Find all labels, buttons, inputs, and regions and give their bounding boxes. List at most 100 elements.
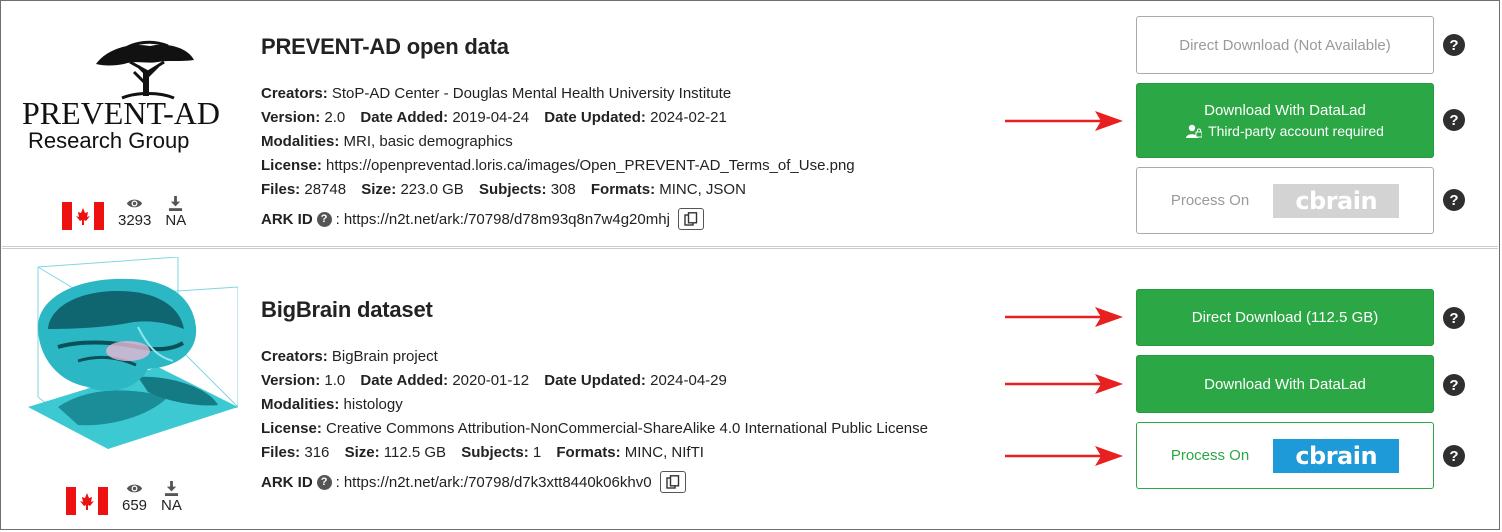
dataset-title[interactable]: BigBrain dataset bbox=[261, 297, 928, 323]
logo-text-sub: Research Group bbox=[28, 128, 189, 153]
date-added-value: 2019-04-24 bbox=[452, 109, 530, 126]
datalad-help-icon[interactable]: ? bbox=[1443, 374, 1465, 396]
direct-download-button[interactable]: Direct Download (112.5 GB) bbox=[1136, 289, 1434, 346]
user-lock-icon bbox=[1186, 124, 1203, 138]
subjects-label: Subjects: bbox=[479, 181, 547, 198]
formats-value: MINC, JSON bbox=[659, 181, 746, 198]
dataset-card-bigbrain: 659 NA BigBrain dataset Creators: BigBra… bbox=[2, 248, 1498, 529]
dataset-card-prevent-ad: PREVENT-AD Research Group 3293 NA PREVEN… bbox=[2, 2, 1498, 247]
files-value: 316 bbox=[304, 444, 330, 461]
creators-value: StoP-AD Center - Douglas Mental Health U… bbox=[331, 85, 732, 102]
version-label: Version: bbox=[261, 109, 321, 126]
dataset-meta: Creators: BigBrain project Version: 1.0 … bbox=[261, 345, 928, 465]
views-count: 659 bbox=[122, 497, 148, 514]
ark-row: ARK ID ? : https://n2t.net/ark:/70798/d7… bbox=[261, 471, 928, 493]
eye-icon bbox=[127, 199, 143, 208]
dataset-info: BigBrain dataset Creators: BigBrain proj… bbox=[261, 297, 928, 493]
dataset-meta: Creators: StoP-AD Center - Douglas Menta… bbox=[261, 82, 855, 202]
formats-label: Formats: bbox=[556, 444, 621, 461]
license-value: https://openpreventad.loris.ca/images/Op… bbox=[326, 157, 855, 174]
dataset-title[interactable]: PREVENT-AD open data bbox=[261, 34, 855, 60]
direct-download-button[interactable]: Direct Download (Not Available) bbox=[1136, 16, 1434, 74]
date-updated-value: 2024-04-29 bbox=[650, 372, 727, 389]
modalities-value: histology bbox=[343, 396, 403, 413]
modalities-label: Modalities: bbox=[261, 396, 340, 413]
copy-ark-button[interactable] bbox=[677, 208, 704, 230]
process-on-cbrain-button[interactable]: Process On cbrain bbox=[1136, 167, 1434, 234]
logo-text-main: PREVENT-AD bbox=[22, 95, 220, 131]
dataset-stats: 659 NA bbox=[66, 481, 182, 515]
modalities-label: Modalities: bbox=[261, 133, 340, 150]
views-stat: 3293 bbox=[118, 196, 151, 230]
cbrain-logo-text: cbrain bbox=[1295, 441, 1378, 470]
size-label: Size: bbox=[344, 444, 380, 461]
license-value: Creative Commons Attribution-NonCommerci… bbox=[326, 420, 928, 437]
ark-value: https://n2t.net/ark:/70798/d7k3xtt8440k0… bbox=[343, 473, 652, 491]
views-stat: 659 bbox=[122, 481, 147, 515]
downloads-count: NA bbox=[161, 497, 182, 514]
version-value: 2.0 bbox=[324, 109, 346, 126]
dataset-stats: 3293 NA bbox=[62, 196, 186, 230]
download-icon bbox=[169, 196, 183, 211]
downloads-stat: NA bbox=[165, 196, 186, 230]
datalad-label: Download With DataLad bbox=[1204, 102, 1366, 119]
ark-label: ARK ID bbox=[261, 210, 313, 228]
size-value: 112.5 GB bbox=[383, 444, 447, 461]
bigbrain-image bbox=[18, 256, 240, 457]
canada-flag-icon bbox=[66, 487, 108, 515]
red-arrow-icon bbox=[1005, 374, 1123, 394]
cbrain-help-icon[interactable]: ? bbox=[1443, 445, 1465, 467]
ark-row: ARK ID ? : https://n2t.net/ark:/70798/d7… bbox=[261, 208, 855, 230]
date-added-value: 2020-01-12 bbox=[452, 372, 530, 389]
files-label: Files: bbox=[261, 181, 301, 198]
red-arrow-icon bbox=[1005, 307, 1123, 327]
ark-help-icon[interactable]: ? bbox=[316, 474, 332, 490]
canada-flag-icon bbox=[62, 202, 104, 230]
dataset-info: PREVENT-AD open data Creators: StoP-AD C… bbox=[261, 34, 855, 230]
size-label: Size: bbox=[361, 181, 397, 198]
datalad-download-button[interactable]: Download With DataLad bbox=[1136, 355, 1434, 413]
process-on-label: Process On bbox=[1170, 192, 1250, 209]
date-added-label: Date Added: bbox=[360, 372, 449, 389]
direct-download-label: Direct Download (Not Available) bbox=[1179, 36, 1391, 54]
subjects-value: 1 bbox=[532, 444, 542, 461]
cbrain-logo: cbrain bbox=[1273, 438, 1400, 473]
direct-download-label: Direct Download (112.5 GB) bbox=[1191, 309, 1379, 326]
version-label: Version: bbox=[261, 372, 321, 389]
version-value: 1.0 bbox=[324, 372, 346, 389]
date-added-label: Date Added: bbox=[360, 109, 449, 126]
date-updated-label: Date Updated: bbox=[544, 109, 646, 126]
cbrain-logo-text: cbrain bbox=[1295, 186, 1378, 215]
files-value: 28748 bbox=[304, 181, 347, 198]
prevent-ad-logo: PREVENT-AD Research Group bbox=[18, 32, 238, 162]
brain-render-icon bbox=[28, 256, 240, 449]
eye-icon bbox=[126, 484, 143, 493]
ark-value: https://n2t.net/ark:/70798/d78m93q8n7w4g… bbox=[343, 210, 670, 228]
tree-logo-icon: PREVENT-AD Research Group bbox=[22, 40, 220, 153]
datalad-download-button[interactable]: Download With DataLad Third-party accoun… bbox=[1136, 83, 1434, 158]
direct-download-help-icon[interactable]: ? bbox=[1443, 34, 1465, 56]
ark-label: ARK ID bbox=[261, 473, 313, 491]
ark-help-icon[interactable]: ? bbox=[316, 211, 332, 227]
size-value: 223.0 GB bbox=[400, 181, 464, 198]
files-label: Files: bbox=[261, 444, 301, 461]
downloads-count: NA bbox=[165, 212, 187, 229]
direct-download-help-icon[interactable]: ? bbox=[1443, 307, 1465, 329]
downloads-stat: NA bbox=[161, 481, 182, 515]
process-on-label: Process On bbox=[1170, 447, 1250, 464]
subjects-value: 308 bbox=[550, 181, 576, 198]
process-on-cbrain-button[interactable]: Process On cbrain bbox=[1136, 422, 1434, 489]
copy-ark-button[interactable] bbox=[659, 471, 686, 493]
datalad-help-icon[interactable]: ? bbox=[1443, 109, 1465, 131]
red-arrow-icon bbox=[1005, 446, 1123, 466]
datalad-label: Download With DataLad bbox=[1204, 375, 1366, 393]
subjects-label: Subjects: bbox=[461, 444, 529, 461]
formats-value: MINC, NIfTI bbox=[624, 444, 704, 461]
formats-label: Formats: bbox=[590, 181, 656, 198]
cbrain-help-icon[interactable]: ? bbox=[1443, 189, 1465, 211]
red-arrow-icon bbox=[1005, 111, 1123, 131]
copy-icon bbox=[684, 212, 698, 226]
copy-icon bbox=[665, 475, 679, 489]
datalad-sublabel: Third-party account required bbox=[1208, 123, 1384, 139]
license-label: License: bbox=[261, 157, 322, 174]
